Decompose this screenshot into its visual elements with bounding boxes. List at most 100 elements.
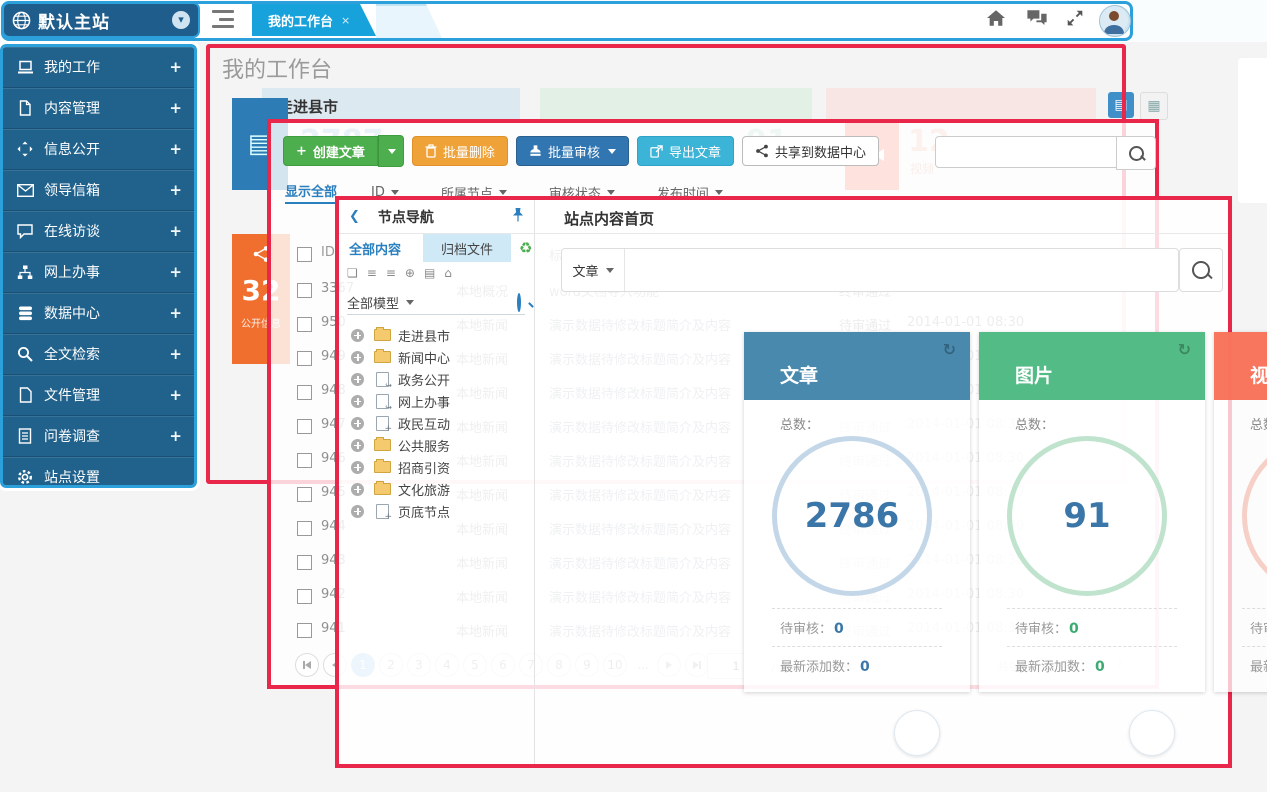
expand-all-icon[interactable]: ≡ xyxy=(367,266,377,280)
caret-down-icon xyxy=(606,268,614,273)
tab-close-icon[interactable]: × xyxy=(341,14,350,27)
messages-button[interactable] xyxy=(1026,9,1050,33)
site-icon[interactable]: ⊕ xyxy=(405,266,415,280)
expand-icon[interactable] xyxy=(351,373,364,386)
row-checkbox[interactable] xyxy=(297,487,312,502)
expand-plus-icon[interactable]: + xyxy=(169,386,182,404)
content-type-select[interactable]: 文章 xyxy=(562,249,625,291)
sidebar-item-content-mgmt[interactable]: 内容管理 + xyxy=(3,88,194,129)
tree-item[interactable]: 公共服务 xyxy=(339,434,534,456)
batch-review-button[interactable]: 批量审核 xyxy=(516,136,629,166)
collapse-all-icon[interactable]: ≡ xyxy=(386,266,396,280)
site-content-panel: ❮ 节点导航 全部内容 归档文件 ♻ ❏ ≡ ≡ ⊕ ▤ ⌂ 全部模型 xyxy=(335,196,1232,768)
row-checkbox[interactable] xyxy=(297,521,312,536)
row-checkbox[interactable] xyxy=(297,419,312,434)
pending-value: 0 xyxy=(834,621,844,637)
sidebar-item-fulltext-search[interactable]: 全文检索 + xyxy=(3,334,194,375)
file-link-icon xyxy=(376,372,389,387)
trash-icon xyxy=(425,144,437,158)
create-article-button[interactable]: +创建文章 xyxy=(283,136,378,166)
tab-all-content[interactable]: 全部内容 xyxy=(349,239,401,258)
refresh-icon[interactable]: ↻ xyxy=(1178,340,1191,359)
fullscreen-button[interactable] xyxy=(1066,9,1090,33)
expand-icon[interactable] xyxy=(351,417,364,430)
expand-plus-icon[interactable]: + xyxy=(169,222,182,240)
tree-item[interactable]: 页底节点 xyxy=(339,500,534,522)
collapse-menu-icon[interactable] xyxy=(212,10,234,28)
sidebar-item-leader-mailbox[interactable]: 领导信箱 + xyxy=(3,170,194,211)
article-search-button[interactable] xyxy=(1116,136,1156,170)
content-search-button[interactable] xyxy=(1179,248,1223,292)
sidebar-item-info-disclosure[interactable]: 信息公开 + xyxy=(3,129,194,170)
sidebar-item-online-services[interactable]: 网上办事 + xyxy=(3,252,194,293)
row-checkbox[interactable] xyxy=(297,589,312,604)
chevron-down-icon[interactable]: ▾ xyxy=(172,11,190,29)
tree-item[interactable]: 新闻中心 xyxy=(339,346,534,368)
article-list-button[interactable] xyxy=(894,710,940,756)
tab-archived-files[interactable]: 归档文件 xyxy=(423,234,511,262)
row-checkbox[interactable] xyxy=(297,351,312,366)
content-search-input[interactable] xyxy=(625,249,1178,291)
tree-item-label: 网上办事 xyxy=(398,392,450,411)
expand-plus-icon[interactable]: + xyxy=(169,181,182,199)
image-view-toggle-button[interactable]: ▦ xyxy=(1140,92,1168,120)
expand-icon[interactable] xyxy=(351,395,364,408)
expand-plus-icon[interactable]: + xyxy=(169,263,182,281)
row-checkbox[interactable] xyxy=(297,453,312,468)
row-checkbox[interactable] xyxy=(297,283,312,298)
create-article-dropdown[interactable] xyxy=(378,135,404,167)
expand-plus-icon[interactable]: + xyxy=(169,304,182,322)
header-divider xyxy=(534,233,1228,234)
row-checkbox[interactable] xyxy=(297,623,312,638)
expand-icon[interactable] xyxy=(351,439,364,452)
article-search-input[interactable] xyxy=(935,136,1117,168)
sidebar-item-site-settings[interactable]: 站点设置 xyxy=(3,457,194,497)
tab-my-workspace[interactable]: 我的工作台 × xyxy=(252,4,376,36)
expand-plus-icon[interactable]: + xyxy=(169,427,182,445)
expand-plus-icon[interactable]: + xyxy=(169,58,182,76)
tree-item[interactable]: 招商引资 xyxy=(339,456,534,478)
sidebar-item-survey[interactable]: 问卷调查 + xyxy=(3,416,194,457)
tree-item[interactable]: 文化旅游 xyxy=(339,478,534,500)
expand-plus-icon[interactable]: + xyxy=(169,140,182,158)
tree-item[interactable]: 走进县市 xyxy=(339,324,534,346)
user-avatar[interactable] xyxy=(1099,5,1131,37)
expand-plus-icon[interactable]: + xyxy=(169,99,182,117)
sidebar-item-my-work[interactable]: 我的工作 + xyxy=(3,47,194,88)
expand-icon[interactable] xyxy=(351,351,364,364)
expand-icon[interactable] xyxy=(351,483,364,496)
tree-item[interactable]: 政务公开 xyxy=(339,368,534,390)
sidebar-item-online-interview[interactable]: 在线访谈 + xyxy=(3,211,194,252)
site-switcher[interactable]: 默认主站 ▾ xyxy=(2,2,200,38)
file-icon[interactable]: ▤ xyxy=(424,266,435,280)
tree-item[interactable]: 政民互动 xyxy=(339,412,534,434)
show-all-filter[interactable]: 显示全部 xyxy=(285,181,337,204)
first-page-button[interactable] xyxy=(295,653,319,677)
image-list-button[interactable] xyxy=(1129,710,1175,756)
expand-icon[interactable] xyxy=(351,329,364,342)
sidebar-item-file-mgmt[interactable]: 文件管理 + xyxy=(3,375,194,416)
row-checkbox[interactable] xyxy=(297,385,312,400)
refresh-icon[interactable]: ↻ xyxy=(943,340,956,359)
collapse-left-icon[interactable]: ❮ xyxy=(349,209,360,224)
row-checkbox[interactable] xyxy=(297,555,312,570)
batch-delete-button[interactable]: 批量删除 xyxy=(412,136,508,166)
select-all-checkbox[interactable] xyxy=(297,247,312,262)
tree-item[interactable]: 网上办事 xyxy=(339,390,534,412)
recycle-icon[interactable]: ♻ xyxy=(519,239,532,257)
row-checkbox[interactable] xyxy=(297,317,312,332)
sidebar-item-data-center[interactable]: 数据中心 + xyxy=(3,293,194,334)
pin-icon[interactable] xyxy=(512,207,524,226)
expand-plus-icon[interactable]: + xyxy=(169,345,182,363)
export-article-button[interactable]: 导出文章 xyxy=(637,136,734,166)
expand-icon[interactable] xyxy=(351,461,364,474)
copy-icon[interactable]: ❏ xyxy=(347,266,358,280)
home-node-icon[interactable]: ⌂ xyxy=(444,266,452,280)
latest-value: 0 xyxy=(1095,659,1105,675)
home-button[interactable] xyxy=(986,9,1010,33)
model-filter-select[interactable]: 全部模型 xyxy=(347,293,399,312)
divider xyxy=(772,646,942,647)
tree-search-button[interactable] xyxy=(517,295,521,310)
share-to-datacenter-button[interactable]: 共享到数据中心 xyxy=(742,136,879,166)
expand-icon[interactable] xyxy=(351,505,364,518)
